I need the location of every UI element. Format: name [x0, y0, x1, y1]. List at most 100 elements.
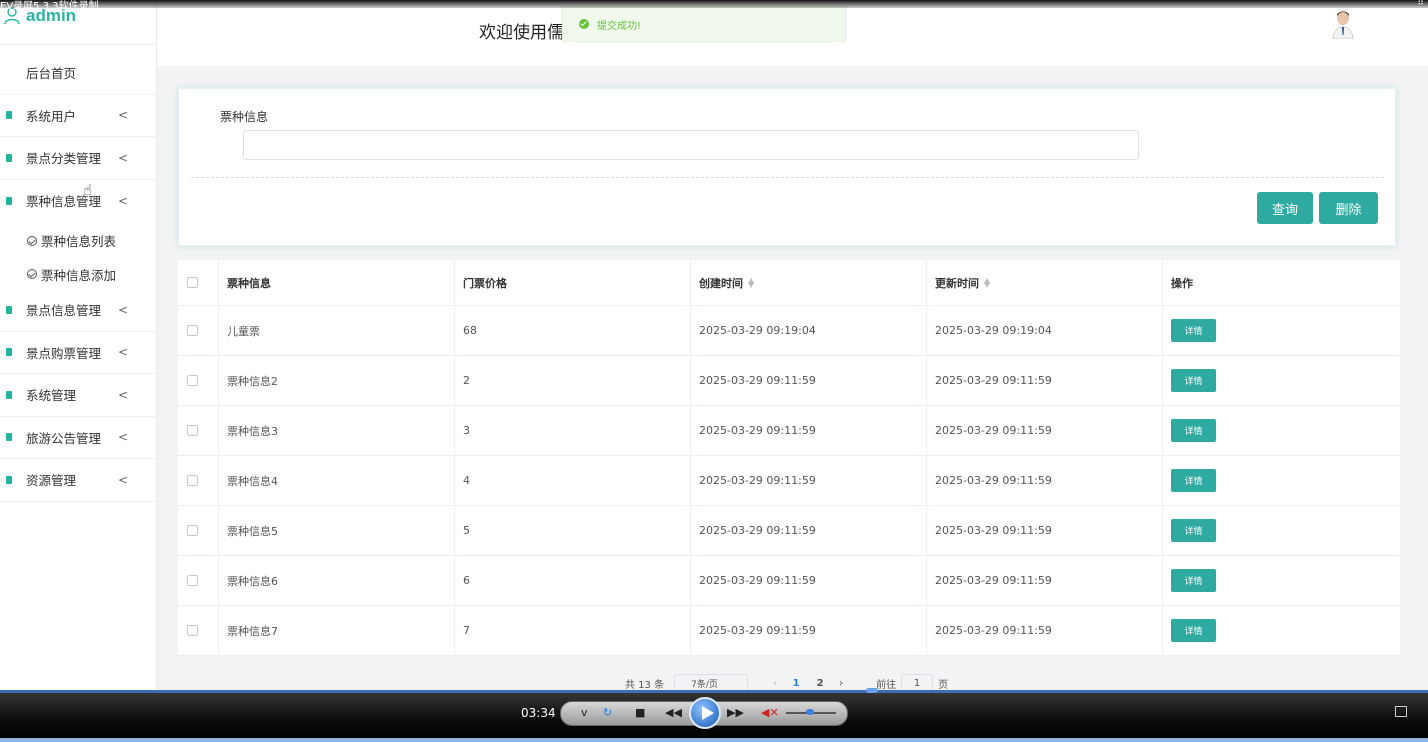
total-count: 共 13 条 — [625, 679, 665, 691]
search-label: 票种信息 — [220, 110, 269, 124]
page-number[interactable]: 1 — [784, 678, 808, 689]
chevron-left-icon: < — [118, 387, 129, 402]
row-checkbox-cell — [178, 506, 219, 555]
select-all-checkbox[interactable] — [187, 277, 198, 288]
chevron-left-icon: < — [118, 150, 129, 165]
cell-ticket-info: 票种信息3 — [219, 406, 455, 455]
fullscreen-icon[interactable] — [1395, 706, 1407, 717]
ticket-info-input[interactable] — [243, 130, 1139, 160]
cell-actions: 详情 — [1163, 606, 1400, 655]
mute-icon[interactable]: ◀✕ — [761, 706, 779, 719]
refresh-icon[interactable]: ↻ — [603, 706, 612, 719]
chevron-left-icon: < — [118, 472, 129, 487]
row-checkbox-cell — [178, 456, 219, 505]
header-actions: 操作 — [1171, 276, 1193, 290]
sidebar-item-scenic-info[interactable]: 景点信息管理 < — [0, 289, 157, 332]
detail-button[interactable]: 详情 — [1171, 319, 1216, 342]
bullet-icon — [6, 475, 12, 484]
detail-button[interactable]: 详情 — [1171, 469, 1216, 492]
sidebar-item-home[interactable]: 后台首页 — [0, 52, 157, 95]
detail-button[interactable]: 详情 — [1171, 519, 1216, 542]
table-row: 儿童票 68 2025-03-29 09:19:04 2025-03-29 09:19… — [178, 306, 1400, 356]
header-updated[interactable]: 更新时间 ▲ ▼ — [927, 260, 1163, 305]
row-checkbox[interactable] — [187, 525, 198, 536]
sidebar-subitem-ticket-add[interactable]: 票种信息添加 — [0, 259, 157, 289]
row-checkbox[interactable] — [187, 625, 198, 636]
next-page-icon[interactable]: › — [832, 678, 850, 689]
sidebar-item-resource[interactable]: 资源管理 < — [0, 459, 157, 502]
avatar[interactable] — [1332, 9, 1354, 39]
sidebar-item-scenic-category[interactable]: 景点分类管理 < — [0, 137, 157, 180]
chevron-left-icon: < — [118, 345, 129, 360]
sidebar-item-system-manage[interactable]: 系统管理 < — [0, 374, 157, 417]
check-circle-icon — [27, 269, 37, 279]
prev-page-icon[interactable]: ‹ — [766, 678, 784, 689]
cell-updated: 2025-03-29 09:11:59 — [927, 356, 1163, 405]
sidebar-item-ticket-purchase[interactable]: 景点购票管理 < — [0, 332, 157, 374]
row-checkbox-cell — [178, 556, 219, 605]
delete-button[interactable]: 删除 — [1319, 192, 1378, 224]
sidebar-subitem-label: 票种信息添加 — [41, 267, 117, 283]
cell-created: 2025-03-29 09:11:59 — [691, 406, 927, 455]
row-checkbox[interactable] — [187, 325, 198, 336]
sidebar-item-label: 景点分类管理 — [26, 151, 102, 167]
sidebar-item-travel-notice[interactable]: 旅游公告管理 < — [0, 417, 157, 459]
cell-created: 2025-03-29 09:11:59 — [691, 356, 927, 405]
sidebar-item-label: 旅游公告管理 — [26, 430, 102, 446]
sidebar-menu: 后台首页 系统用户 < 景点分类管理 < 票种信息管理 < 票种信息列表 票种信… — [0, 52, 157, 502]
volume-knob[interactable] — [806, 709, 814, 715]
table-row: 票种信息2 2 2025-03-29 09:11:59 2025-03-29 09:1… — [178, 356, 1400, 406]
repeat-icon[interactable]: ᴠ — [581, 706, 588, 719]
page-number[interactable]: 2 — [808, 678, 832, 689]
progress-bar[interactable] — [0, 690, 1428, 693]
divider — [0, 44, 157, 45]
chevron-left-icon: < — [118, 193, 129, 208]
table-row: 票种信息4 4 2025-03-29 09:11:59 2025-03-29 09:1… — [178, 456, 1400, 506]
detail-button[interactable]: 详情 — [1171, 419, 1216, 442]
row-checkbox-cell — [178, 606, 219, 655]
sidebar-item-label: 系统管理 — [26, 388, 77, 404]
row-checkbox[interactable] — [187, 425, 198, 436]
detail-button[interactable]: 详情 — [1171, 569, 1216, 592]
progress-knob[interactable] — [866, 688, 878, 693]
sort-icon[interactable]: ▲ ▼ — [748, 276, 754, 288]
row-checkbox[interactable] — [187, 375, 198, 386]
query-button[interactable]: 查询 — [1257, 192, 1313, 224]
play-button[interactable] — [689, 697, 721, 729]
cell-updated: 2025-03-29 09:11:59 — [927, 556, 1163, 605]
cell-created: 2025-03-29 09:11:59 — [691, 456, 927, 505]
sort-icon[interactable]: ▲ ▼ — [984, 276, 990, 288]
bullet-icon — [6, 153, 12, 162]
cell-price: 68 — [455, 306, 691, 355]
fast-forward-icon[interactable]: ▶▶ — [727, 706, 744, 719]
row-checkbox-cell — [178, 406, 219, 455]
top-header: 欢迎使用儒 提交成功! — [157, 0, 1428, 66]
success-icon — [579, 19, 589, 29]
bullet-icon — [6, 390, 12, 399]
cell-price: 7 — [455, 606, 691, 655]
cell-ticket-info: 票种信息6 — [219, 556, 455, 605]
sidebar-item-ticket-type[interactable]: 票种信息管理 < — [0, 180, 157, 223]
detail-button[interactable]: 详情 — [1171, 619, 1216, 642]
recorder-menu-icon[interactable]: ⠿ — [1417, 0, 1424, 8]
video-player-bar: 03:34 ᴠ ↻ ■ ◀◀ ▶▶ ◀✕ — [0, 688, 1428, 742]
table-row: 票种信息5 5 2025-03-29 09:11:59 2025-03-29 09:1… — [178, 506, 1400, 556]
search-panel: 票种信息 查询 删除 — [178, 88, 1396, 246]
header-created[interactable]: 创建时间 ▲ ▼ — [691, 260, 927, 305]
cell-price: 5 — [455, 506, 691, 555]
row-checkbox[interactable] — [187, 575, 198, 586]
cell-ticket-info: 儿童票 — [219, 306, 455, 355]
header-price: 门票价格 — [455, 260, 691, 305]
cell-actions: 详情 — [1163, 406, 1400, 455]
stop-icon[interactable]: ■ — [635, 706, 645, 719]
sidebar-item-system-users[interactable]: 系统用户 < — [0, 95, 157, 137]
hand-cursor-icon: ☝ — [83, 181, 93, 199]
row-checkbox[interactable] — [187, 475, 198, 486]
detail-button[interactable]: 详情 — [1171, 369, 1216, 392]
sidebar-subitem-ticket-list[interactable]: 票种信息列表 — [0, 222, 157, 259]
cell-created: 2025-03-29 09:11:59 — [691, 556, 927, 605]
chevron-left-icon: < — [118, 108, 129, 123]
header-checkbox-cell — [178, 260, 219, 305]
rewind-icon[interactable]: ◀◀ — [665, 706, 682, 719]
table-row: 票种信息3 3 2025-03-29 09:11:59 2025-03-29 09:1… — [178, 406, 1400, 456]
